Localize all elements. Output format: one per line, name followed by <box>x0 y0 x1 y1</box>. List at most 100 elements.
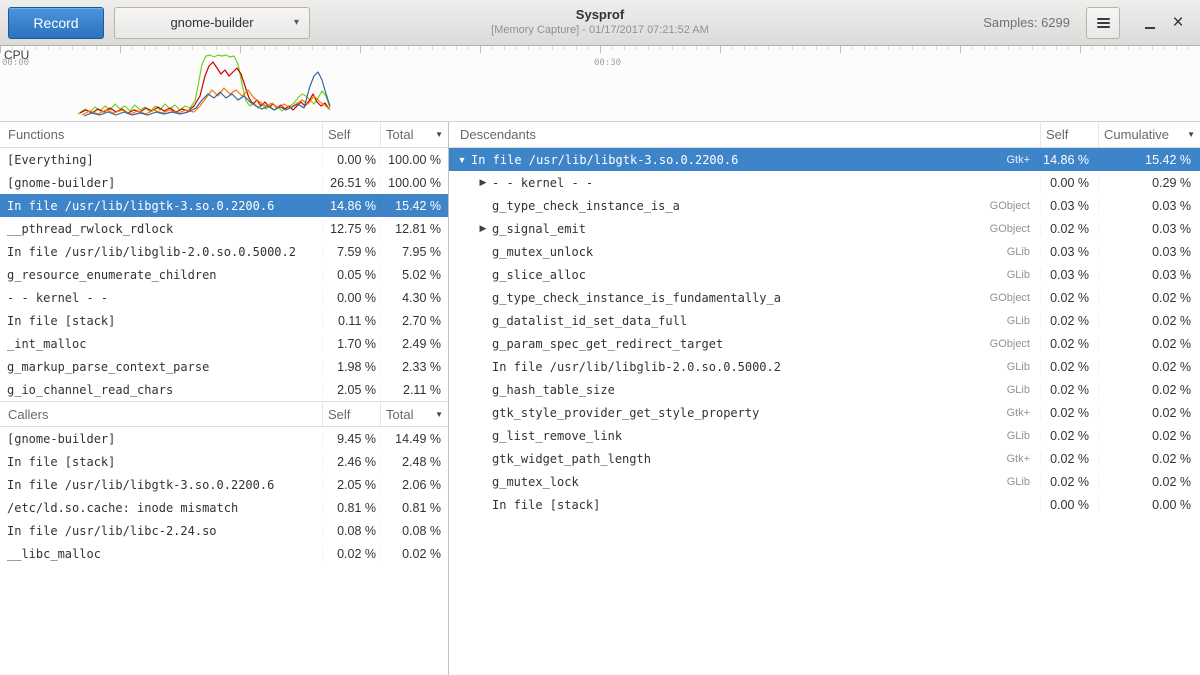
table-row[interactable]: /etc/ld.so.cache: inode mismatch0.81 %0.… <box>0 496 448 519</box>
table-row[interactable]: In file /usr/lib/libc-2.24.so0.08 %0.08 … <box>0 519 448 542</box>
self-percent: 26.51 % <box>322 176 380 190</box>
self-percent: 14.86 % <box>322 199 380 213</box>
total-percent: 14.49 % <box>380 432 448 446</box>
library-badge: GObject <box>990 292 1040 304</box>
table-row[interactable]: g_resource_enumerate_children0.05 %5.02 … <box>0 263 448 286</box>
library-badge: Gtk+ <box>1006 154 1040 166</box>
self-percent: 0.81 % <box>322 501 380 515</box>
column-header-callers[interactable]: Callers <box>0 402 322 426</box>
total-percent: 4.30 % <box>380 291 448 305</box>
chevron-down-icon: ▾ <box>294 17 299 28</box>
function-name: g_markup_parse_context_parse <box>0 360 322 374</box>
tree-row[interactable]: In file /usr/lib/libglib-2.0.so.0.5000.2… <box>449 355 1200 378</box>
self-percent: 0.02 % <box>1040 383 1098 397</box>
library-badge: GLib <box>1007 361 1040 373</box>
column-header-cumulative[interactable]: Cumulative ▼ <box>1098 122 1200 147</box>
function-name: g_list_remove_link <box>492 429 622 443</box>
descendants-table-body: ▼In file /usr/lib/libgtk-3.so.0.2200.6Gt… <box>449 148 1200 516</box>
main-content: Functions Self Total ▼ [Everything]0.00 … <box>0 122 1200 675</box>
self-percent: 0.02 % <box>1040 222 1098 236</box>
descendant-name-cell: g_hash_table_sizeGLib <box>449 383 1040 397</box>
function-name: g_resource_enumerate_children <box>0 268 322 282</box>
tree-row[interactable]: g_param_spec_get_redirect_targetGObject0… <box>449 332 1200 355</box>
descendant-name-cell: g_mutex_lockGLib <box>449 475 1040 489</box>
tree-row[interactable]: g_mutex_lockGLib0.02 %0.02 % <box>449 470 1200 493</box>
hamburger-icon <box>1097 16 1110 30</box>
total-percent: 2.06 % <box>380 478 448 492</box>
table-row[interactable]: __pthread_rwlock_rdlock12.75 %12.81 % <box>0 217 448 240</box>
table-row[interactable]: In file /usr/lib/libglib-2.0.so.0.5000.2… <box>0 240 448 263</box>
column-header-descendants[interactable]: Descendants <box>449 122 1040 147</box>
tree-row[interactable]: g_type_check_instance_is_fundamentally_a… <box>449 286 1200 309</box>
self-percent: 2.05 % <box>322 383 380 397</box>
expander-closed-icon[interactable]: ▶ <box>474 223 492 234</box>
self-percent: 1.98 % <box>322 360 380 374</box>
tree-row[interactable]: ▶- - kernel - -0.00 %0.29 % <box>449 171 1200 194</box>
cumulative-percent: 0.02 % <box>1098 429 1200 443</box>
total-percent: 100.00 % <box>380 176 448 190</box>
left-pane: Functions Self Total ▼ [Everything]0.00 … <box>0 122 449 675</box>
table-row[interactable]: - - kernel - -0.00 %4.30 % <box>0 286 448 309</box>
descendant-name-cell: g_list_remove_linkGLib <box>449 429 1040 443</box>
functions-table-header: Functions Self Total ▼ <box>0 122 448 148</box>
function-name: /etc/ld.so.cache: inode mismatch <box>0 501 322 515</box>
tree-row[interactable]: g_slice_allocGLib0.03 %0.03 % <box>449 263 1200 286</box>
tree-row[interactable]: ▼In file /usr/lib/libgtk-3.so.0.2200.6Gt… <box>449 148 1200 171</box>
self-percent: 2.05 % <box>322 478 380 492</box>
table-row[interactable]: In file /usr/lib/libgtk-3.so.0.2200.614.… <box>0 194 448 217</box>
minimize-button[interactable] <box>1136 9 1164 37</box>
table-row[interactable]: g_markup_parse_context_parse1.98 %2.33 % <box>0 355 448 378</box>
function-name: [Everything] <box>0 153 322 167</box>
descendants-table-header: Descendants Self Cumulative ▼ <box>449 122 1200 148</box>
table-row[interactable]: _int_malloc1.70 %2.49 % <box>0 332 448 355</box>
column-header-total[interactable]: Total ▼ <box>380 402 448 426</box>
column-header-functions[interactable]: Functions <box>0 122 322 147</box>
column-header-self[interactable]: Self <box>322 122 380 147</box>
tree-row[interactable]: gtk_widget_path_lengthGtk+0.02 %0.02 % <box>449 447 1200 470</box>
descendant-name-cell: g_type_check_instance_is_aGObject <box>449 199 1040 213</box>
tree-row[interactable]: g_datalist_id_set_data_fullGLib0.02 %0.0… <box>449 309 1200 332</box>
tree-row[interactable]: ▶g_signal_emitGObject0.02 %0.03 % <box>449 217 1200 240</box>
cpu-graph[interactable]: CPU 00:00 00:30 <box>0 46 1200 122</box>
table-row[interactable]: [Everything]0.00 %100.00 % <box>0 148 448 171</box>
total-percent: 2.49 % <box>380 337 448 351</box>
column-header-self[interactable]: Self <box>1040 122 1098 147</box>
expander-open-icon[interactable]: ▼ <box>453 155 471 165</box>
table-row[interactable]: [gnome-builder]26.51 %100.00 % <box>0 171 448 194</box>
table-row[interactable]: __libc_malloc0.02 %0.02 % <box>0 542 448 565</box>
tree-row[interactable]: g_list_remove_linkGLib0.02 %0.02 % <box>449 424 1200 447</box>
descendant-name-cell: g_datalist_id_set_data_fullGLib <box>449 314 1040 328</box>
total-percent: 2.33 % <box>380 360 448 374</box>
tree-row[interactable]: In file [stack]0.00 %0.00 % <box>449 493 1200 516</box>
function-name: __libc_malloc <box>0 547 322 561</box>
table-row[interactable]: In file [stack]2.46 %2.48 % <box>0 450 448 473</box>
tree-row[interactable]: g_mutex_unlockGLib0.03 %0.03 % <box>449 240 1200 263</box>
total-percent: 5.02 % <box>380 268 448 282</box>
descendant-name-cell: ▼In file /usr/lib/libgtk-3.so.0.2200.6Gt… <box>449 153 1040 167</box>
cumulative-percent: 0.03 % <box>1098 222 1200 236</box>
tree-row[interactable]: gtk_style_provider_get_style_propertyGtk… <box>449 401 1200 424</box>
expander-closed-icon[interactable]: ▶ <box>474 177 492 188</box>
table-row[interactable]: In file [stack]0.11 %2.70 % <box>0 309 448 332</box>
function-name: - - kernel - - <box>0 291 322 305</box>
function-name: _int_malloc <box>0 337 322 351</box>
close-button[interactable]: × <box>1164 9 1192 37</box>
function-name: __pthread_rwlock_rdlock <box>0 222 322 236</box>
column-header-self[interactable]: Self <box>322 402 380 426</box>
table-row[interactable]: g_io_channel_read_chars2.05 %2.11 % <box>0 378 448 401</box>
record-button[interactable]: Record <box>8 7 104 39</box>
table-row[interactable]: In file /usr/lib/libgtk-3.so.0.2200.62.0… <box>0 473 448 496</box>
self-percent: 0.05 % <box>322 268 380 282</box>
total-percent: 2.70 % <box>380 314 448 328</box>
function-name: gtk_style_provider_get_style_property <box>492 406 759 420</box>
menu-button[interactable] <box>1086 7 1120 39</box>
time-label-mid: 00:30 <box>594 58 621 68</box>
column-header-total-label: Total <box>386 407 413 422</box>
column-header-total[interactable]: Total ▼ <box>380 122 448 147</box>
process-selector-dropdown[interactable]: gnome-builder ▾ <box>114 7 310 39</box>
tree-row[interactable]: g_type_check_instance_is_aGObject0.03 %0… <box>449 194 1200 217</box>
table-row[interactable]: [gnome-builder]9.45 %14.49 % <box>0 427 448 450</box>
headerbar: Record gnome-builder ▾ Sysprof [Memory C… <box>0 0 1200 46</box>
self-percent: 12.75 % <box>322 222 380 236</box>
tree-row[interactable]: g_hash_table_sizeGLib0.02 %0.02 % <box>449 378 1200 401</box>
